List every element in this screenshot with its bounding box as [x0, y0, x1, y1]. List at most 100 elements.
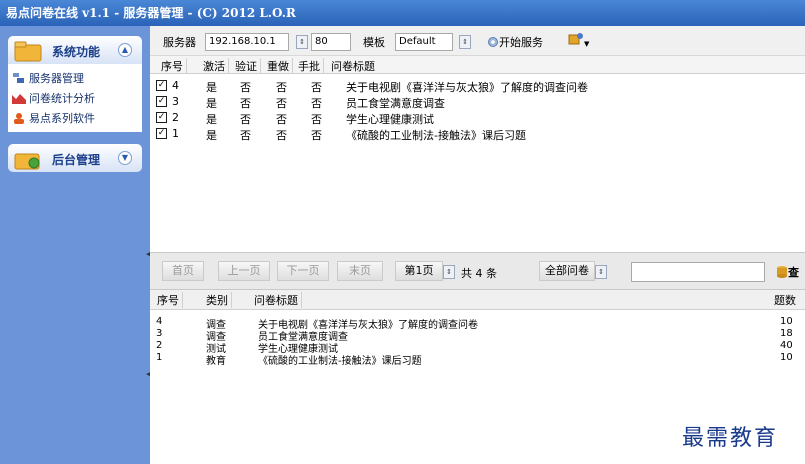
chart-icon	[12, 94, 26, 104]
row-title: 《硫酸的工业制法-接触法》课后习题	[346, 129, 526, 142]
row-manual: 否	[311, 81, 322, 94]
column-header[interactable]: 序号	[161, 58, 187, 74]
section-body: 服务器管理 问卷统计分析 易点系列软件	[8, 64, 142, 132]
template-select[interactable]: Default	[395, 33, 453, 51]
table-row[interactable]: ✓ 3 是 否 否 否 员工食堂满意度调查	[150, 94, 805, 110]
column-header[interactable]: 验证	[235, 58, 261, 74]
gears-icon	[14, 153, 40, 170]
search-button-label: 查	[788, 266, 799, 279]
database-icon	[777, 266, 787, 278]
row-id: 1	[172, 127, 179, 140]
row-count: 40	[780, 340, 793, 351]
sidebar-item-label: 服务器管理	[29, 72, 84, 85]
port-spinner-icon[interactable]: ⇕	[296, 35, 308, 49]
table-header: 序号 激活 验证 重做 手批 问卷标题	[150, 56, 805, 74]
row-title: 《硫酸的工业制法-接触法》课后习题	[258, 356, 422, 367]
sidebar-item-label: 问卷统计分析	[29, 92, 95, 105]
search-button[interactable]: 查	[776, 264, 799, 280]
template-label: 模板	[363, 36, 385, 49]
chevron-up-icon[interactable]: ▲	[118, 43, 132, 57]
sidebar-item-label: 易点系列软件	[29, 112, 95, 125]
folder-icon	[14, 41, 42, 62]
last-page-button[interactable]: 末页	[337, 261, 383, 281]
pagination-bar: 首页 上一页 下一页 末页 第1页 ⇕ 共 4 条 全部问卷 ⇕ 查	[150, 252, 805, 290]
row-title: 学生心理健康测试	[346, 113, 434, 126]
sidebar-item-survey-statistics[interactable]: 问卷统计分析	[12, 90, 95, 106]
row-active: 是	[206, 81, 217, 94]
table-row[interactable]: 2 测试 学生心理健康测试 40	[150, 340, 805, 355]
table-row[interactable]: ✓ 4 是 否 否 否 关于电视剧《喜洋洋与灰太狼》了解度的调查问卷	[150, 78, 805, 94]
template-dropdown-icon[interactable]: ⇕	[459, 35, 471, 49]
row-count: 10	[780, 316, 793, 327]
row-count: 18	[780, 328, 793, 339]
row-verify: 否	[240, 113, 251, 126]
gear-icon	[488, 37, 498, 47]
row-active: 是	[206, 97, 217, 110]
column-header[interactable]: 问卷标题	[331, 58, 378, 74]
row-id: 3	[156, 328, 163, 339]
row-id: 4	[156, 316, 163, 327]
port-input[interactable]: 80	[311, 33, 351, 51]
service-table: 序号 激活 验证 重做 手批 问卷标题 ✓ 4 是 否 否 否 关于电视剧《喜洋…	[150, 56, 805, 252]
table-row[interactable]: ✓ 1 是 否 否 否 《硫酸的工业制法-接触法》课后习题	[150, 126, 805, 142]
table-row[interactable]: 3 调查 员工食堂满意度调查 18	[150, 328, 805, 343]
table-row[interactable]: ✓ 2 是 否 否 否 学生心理健康测试	[150, 110, 805, 126]
section-system-functions[interactable]: 系统功能 ▲	[8, 36, 142, 64]
row-manual: 否	[311, 129, 322, 142]
row-redo: 否	[276, 113, 287, 126]
first-page-button[interactable]: 首页	[162, 261, 204, 281]
row-active: 是	[206, 113, 217, 126]
server-toolbar: 服务器 192.168.10.1 ⇕ 80 模板 Default ⇕ 开始服务 …	[150, 26, 805, 56]
row-title: 员工食堂满意度调查	[346, 97, 445, 110]
row-id: 4	[172, 79, 179, 92]
row-redo: 否	[276, 129, 287, 142]
search-input[interactable]	[631, 262, 765, 282]
start-service-button[interactable]: 开始服务	[487, 34, 543, 50]
row-category: 教育	[206, 356, 226, 367]
row-checkbox[interactable]: ✓	[156, 112, 167, 123]
row-id: 1	[156, 352, 163, 363]
row-id: 2	[156, 340, 163, 351]
chevron-down-icon[interactable]: ▼	[118, 151, 132, 165]
survey-filter-select[interactable]: 全部问卷	[539, 261, 595, 281]
sidebar-item-server-management[interactable]: 服务器管理	[12, 70, 84, 86]
total-count: 共 4 条	[461, 267, 497, 280]
section-label: 后台管理	[52, 153, 101, 167]
server-address-input[interactable]: 192.168.10.1	[205, 33, 289, 51]
column-header[interactable]: 重做	[267, 58, 293, 74]
start-service-label: 开始服务	[499, 36, 543, 49]
row-active: 是	[206, 129, 217, 142]
column-header[interactable]: 问卷标题	[254, 292, 302, 308]
server-icon	[13, 73, 24, 83]
row-title: 关于电视剧《喜洋洋与灰太狼》了解度的调查问卷	[346, 81, 588, 94]
column-header[interactable]: 手批	[298, 58, 324, 74]
row-verify: 否	[240, 97, 251, 110]
next-page-button[interactable]: 下一页	[277, 261, 329, 281]
row-checkbox[interactable]: ✓	[156, 80, 167, 91]
table-row[interactable]: 1 教育 《硫酸的工业制法-接触法》课后习题 10	[150, 352, 805, 367]
row-verify: 否	[240, 81, 251, 94]
row-checkbox[interactable]: ✓	[156, 128, 167, 139]
row-checkbox[interactable]: ✓	[156, 96, 167, 107]
sidebar-item-yidian-software[interactable]: 易点系列软件	[12, 110, 95, 126]
table-row[interactable]: 4 调查 关于电视剧《喜洋洋与灰太狼》了解度的调查问卷 10	[150, 316, 805, 331]
prev-page-button[interactable]: 上一页	[218, 261, 270, 281]
row-manual: 否	[311, 97, 322, 110]
table-header: 序号 类别 问卷标题 题数	[150, 290, 805, 310]
column-header[interactable]: 题数	[774, 292, 799, 308]
row-redo: 否	[276, 81, 287, 94]
row-id: 3	[172, 95, 179, 108]
section-label: 系统功能	[52, 45, 101, 59]
tools-menu-button[interactable]: ▼	[568, 32, 589, 49]
row-count: 10	[780, 352, 793, 363]
column-header[interactable]: 激活	[203, 58, 229, 74]
row-redo: 否	[276, 97, 287, 110]
filter-dropdown-icon[interactable]: ⇕	[595, 265, 607, 279]
page-dropdown-icon[interactable]: ⇕	[443, 265, 455, 279]
section-backend-management[interactable]: 后台管理 ▼	[8, 144, 142, 172]
column-header[interactable]: 类别	[206, 292, 232, 308]
column-header[interactable]: 序号	[157, 292, 183, 308]
page-select[interactable]: 第1页	[395, 261, 443, 281]
server-label: 服务器	[163, 36, 196, 49]
user-icon	[14, 113, 24, 124]
